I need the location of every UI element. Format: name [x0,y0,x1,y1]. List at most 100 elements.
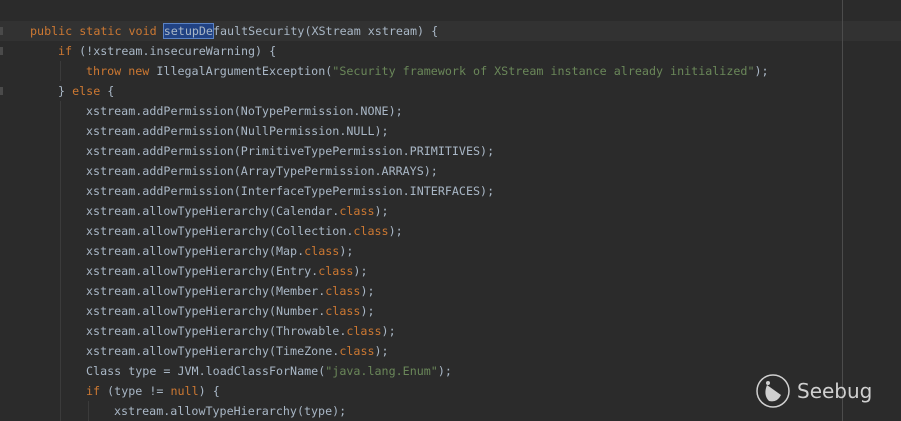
code-token: class [325,284,361,298]
fold-marker-icon[interactable] [0,27,3,35]
code-token: class [325,304,361,318]
code-token: ); [381,324,396,338]
code-token: throw new [86,64,157,78]
code-line[interactable]: xstream.allowTypeHierarchy(Entry.class); [0,261,901,281]
code-text: xstream.addPermission(NoTypePermission.N… [86,101,403,121]
indent-guide [60,61,61,81]
fold-marker-icon[interactable] [0,87,3,95]
indent-guide [88,401,89,421]
code-line[interactable]: xstream.allowTypeHierarchy(Map.class); [0,241,901,261]
code-text: if (type != null) { [86,381,220,401]
code-text: if (!xstream.insecureWarning) { [58,41,276,61]
code-text: xstream.allowTypeHierarchy(Collection.cl… [86,221,403,241]
code-token: xstream.allowTypeHierarchy(Throwable. [86,324,347,338]
indent-guide [60,221,61,241]
code-token: faultSecurity(XStream xstream) { [212,24,439,38]
indent-guide [60,281,61,301]
code-token: IllegalArgumentException( [156,64,333,78]
watermark-text: Seebug [797,379,873,403]
code-token: ); [339,244,354,258]
code-token: xstream.allowTypeHierarchy(TimeZone. [86,344,340,358]
code-token: xstream.allowTypeHierarchy(Calendar. [86,204,340,218]
code-token: class [346,324,382,338]
code-line[interactable]: xstream.allowTypeHierarchy(TimeZone.clas… [0,341,901,361]
seebug-watermark: Seebug [755,373,872,409]
indent-guide [60,161,61,181]
code-token: xstream.allowTypeHierarchy(Map. [86,244,305,258]
code-token: class [339,344,375,358]
code-text: xstream.allowTypeHierarchy(TimeZone.clas… [86,341,389,361]
indent-guide [60,261,61,281]
code-line[interactable]: throw new IllegalArgumentException("Secu… [0,61,901,81]
code-text: } else { [58,81,114,101]
code-text: xstream.allowTypeHierarchy(Calendar.clas… [86,201,389,221]
code-line[interactable]: if (!xstream.insecureWarning) { [0,41,901,61]
code-token: (!xstream.insecureWarning) { [79,44,277,58]
code-line[interactable]: xstream.allowTypeHierarchy(Member.class)… [0,281,901,301]
code-token: class [353,224,389,238]
code-token: ) { [198,384,220,398]
code-token: if [58,44,80,58]
code-token: xstream.allowTypeHierarchy(type); [114,404,347,418]
code-line[interactable]: public static void setupDefaultSecurity(… [0,21,901,41]
indent-guide [60,381,61,401]
code-token: ); [374,344,389,358]
code-text: xstream.allowTypeHierarchy(Member.class)… [86,281,375,301]
code-editor[interactable]: public static void setupDefaultSecurity(… [0,21,901,421]
code-line[interactable]: xstream.addPermission(InterfaceTypePermi… [0,181,901,201]
code-token: xstream.addPermission(PrimitiveTypePermi… [86,144,495,158]
code-token: xstream.allowTypeHierarchy(Collection. [86,224,354,238]
fold-marker-icon[interactable] [0,47,3,55]
code-token: ); [353,264,368,278]
seebug-logo-icon [756,374,790,408]
code-line[interactable]: xstream.addPermission(ArrayTypePermissio… [0,161,901,181]
indent-guide [60,141,61,161]
indent-guide [60,181,61,201]
code-text: xstream.allowTypeHierarchy(Throwable.cla… [86,321,396,341]
code-token: xstream.addPermission(InterfaceTypePermi… [86,184,495,198]
code-token: xstream.addPermission(NoTypePermission.N… [86,104,403,118]
code-text: xstream.allowTypeHierarchy(Number.class)… [86,301,375,321]
code-text: xstream.allowTypeHierarchy(Entry.class); [86,261,367,281]
indent-guide [60,101,61,121]
code-text: xstream.addPermission(NullPermission.NUL… [86,121,389,141]
code-text: Class type = JVM.loadClassForName("java.… [86,361,452,381]
code-token: ); [360,284,375,298]
code-token: xstream.allowTypeHierarchy(Member. [86,284,326,298]
indent-guide [60,321,61,341]
code-text: throw new IllegalArgumentException("Secu… [86,61,769,81]
code-line[interactable]: xstream.allowTypeHierarchy(Throwable.cla… [0,321,901,341]
right-margin-guide [842,0,843,421]
code-line[interactable]: xstream.addPermission(NullPermission.NUL… [0,121,901,141]
code-token: { [107,84,115,98]
indent-guide [60,241,61,261]
code-text: xstream.allowTypeHierarchy(Map.class); [86,241,353,261]
indent-guide [60,301,61,321]
code-token: } [58,84,73,98]
code-text: xstream.addPermission(PrimitiveTypePermi… [86,141,494,161]
code-token: Class type = JVM.loadClassForName( [86,364,326,378]
code-token: ); [374,204,389,218]
indent-guide [60,361,61,381]
code-line[interactable]: xstream.allowTypeHierarchy(Number.class)… [0,301,901,321]
code-text: xstream.addPermission(InterfaceTypePermi… [86,181,494,201]
code-text: xstream.addPermission(ArrayTypePermissio… [86,161,438,181]
code-token: class [318,264,354,278]
code-token: xstream.addPermission(NullPermission.NUL… [86,124,389,138]
code-token: xstream.allowTypeHierarchy(Entry. [86,264,319,278]
indent-guide [60,401,61,421]
indent-guide [60,201,61,221]
code-line[interactable]: xstream.allowTypeHierarchy(Calendar.clas… [0,201,901,221]
code-token: xstream.addPermission(ArrayTypePermissio… [86,164,438,178]
code-line[interactable]: xstream.allowTypeHierarchy(Collection.cl… [0,221,901,241]
code-token: ); [754,64,769,78]
code-token: ); [437,364,452,378]
code-token: "Security framework of XStream instance … [332,64,755,78]
code-token: ); [360,304,375,318]
code-line[interactable]: xstream.addPermission(PrimitiveTypePermi… [0,141,901,161]
code-text: xstream.allowTypeHierarchy(type); [114,401,346,421]
selected-text: setupDe [162,23,214,39]
code-line[interactable]: } else { [0,81,901,101]
code-token: if [86,384,108,398]
code-line[interactable]: xstream.addPermission(NoTypePermission.N… [0,101,901,121]
